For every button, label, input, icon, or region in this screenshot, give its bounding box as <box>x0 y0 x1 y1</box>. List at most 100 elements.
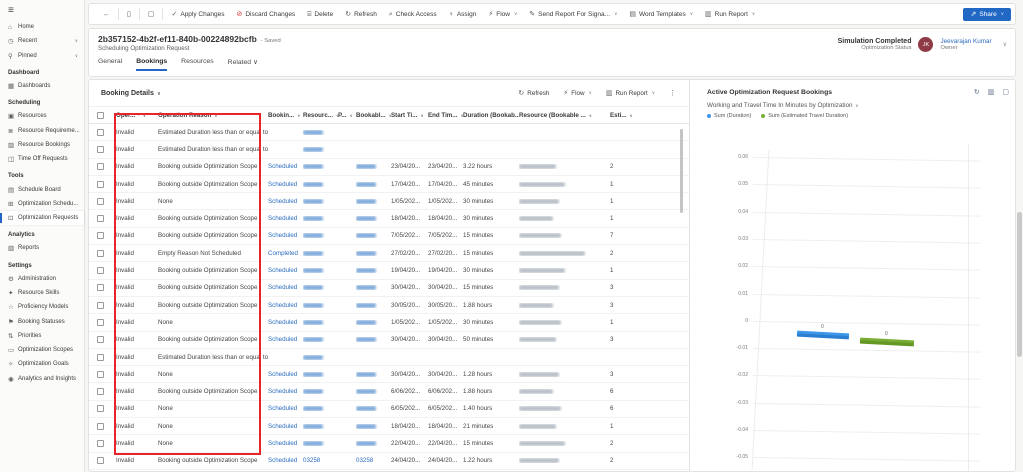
sidebar-item-optimization-schedu[interactable]: ⊞ Optimization Schedu... <box>0 197 84 211</box>
table-scrollbar[interactable] <box>680 129 683 213</box>
column-header-esti[interactable]: Esti... ∨ <box>610 112 689 119</box>
chart-view-selector[interactable]: Working and Travel Time In Minutes by Op… <box>690 96 1015 109</box>
refresh-button[interactable]: ↻ Refresh <box>511 90 556 97</box>
sidebar-item-proficiency-models[interactable]: ☆ Proficiency Models <box>0 300 84 314</box>
select-all-checkbox[interactable] <box>89 111 116 119</box>
delete-button[interactable]: ⌸ Delete <box>301 11 339 18</box>
row-checkbox[interactable] <box>89 145 116 153</box>
column-header-oper[interactable]: Oper... ↑ ∨ <box>116 112 158 119</box>
booking-status-cell[interactable]: Completed <box>268 250 303 257</box>
bar-series-1[interactable] <box>796 330 850 340</box>
send-report-for-signa-button[interactable]: ✎ Send Report For Signa... ∨ <box>523 11 623 18</box>
resource-link-cell[interactable]: 03258 <box>303 457 338 464</box>
run-report-button[interactable]: ▥ Run Report ∨ <box>699 11 761 18</box>
sidebar-item-resources[interactable]: ▣ Resources <box>0 109 84 123</box>
column-header-bookin[interactable]: Bookin... ∨ <box>268 112 303 119</box>
row-checkbox[interactable] <box>89 180 116 188</box>
table-row[interactable]: Invalid None Scheduled 22/04/20... 22/04/20.… <box>89 435 689 453</box>
refresh-icon[interactable]: ↻ <box>974 88 980 96</box>
bookable-link-cell[interactable]: 03258 <box>356 457 391 464</box>
booking-status-cell[interactable]: Scheduled <box>268 457 303 464</box>
row-checkbox[interactable] <box>89 215 116 223</box>
table-row[interactable]: Invalid Booking outside Optimization Scop… <box>89 228 689 246</box>
row-checkbox[interactable] <box>89 284 116 292</box>
back-button[interactable]: ← <box>97 11 116 18</box>
row-checkbox[interactable] <box>89 197 116 205</box>
chevron-down-icon[interactable]: ∨ <box>1003 41 1007 48</box>
table-row[interactable]: Invalid Booking outside Optimization Scop… <box>89 453 689 470</box>
booking-status-cell[interactable]: Scheduled <box>268 232 303 239</box>
column-header-operation-reason[interactable]: Operation Reason ∨ <box>158 112 268 119</box>
booking-status-cell[interactable]: Scheduled <box>268 267 303 274</box>
owner-name-link[interactable]: Jeevarajan Kumar <box>940 38 991 45</box>
tab-resources[interactable]: Resources <box>181 58 214 71</box>
row-checkbox[interactable] <box>89 388 116 396</box>
sidebar-item-administration[interactable]: ⚙ Administration <box>0 272 84 286</box>
row-checkbox[interactable] <box>89 439 116 447</box>
more-button[interactable]: ⋮ <box>662 90 683 97</box>
table-row[interactable]: Invalid Booking outside Optimization Scop… <box>89 176 689 194</box>
column-header-resourc[interactable]: Resourc...∨ <box>303 112 338 119</box>
sidebar-item-booking-statuses[interactable]: ⚑ Booking Statuses <box>0 314 84 328</box>
table-row[interactable]: Invalid Booking outside Optimization Scop… <box>89 332 689 349</box>
booking-status-cell[interactable]: Scheduled <box>268 440 303 447</box>
table-row[interactable]: Invalid None Scheduled 1/05/202... 1/05/202.… <box>89 314 689 332</box>
sidebar-item-resource-requireme[interactable]: ≣ Resource Requireme... <box>0 123 84 137</box>
popout-button[interactable]: ▢ <box>142 11 161 18</box>
table-row[interactable]: Invalid Empty Reason Not Scheduled Complet… <box>89 245 689 263</box>
sidebar-item-recent[interactable]: ◷ Recent ∨ <box>0 34 84 48</box>
sidebar-item-home[interactable]: ⌂ Home <box>0 20 84 34</box>
page-scrollbar[interactable] <box>1017 212 1022 357</box>
flow-button[interactable]: ⚡ Flow ∨ <box>556 90 599 97</box>
booking-status-cell[interactable]: Scheduled <box>268 198 303 205</box>
assign-button[interactable]: ♀ Assign <box>443 11 483 18</box>
table-row[interactable]: Invalid None Scheduled 30/04/20... 30/04/20.… <box>89 366 689 384</box>
tab-bookings[interactable]: Bookings <box>136 58 168 71</box>
table-row[interactable]: Invalid Booking outside Optimization Scop… <box>89 280 689 297</box>
row-checkbox[interactable] <box>89 336 116 344</box>
sidebar-item-time-off-requests[interactable]: ◫ Time Off Requests <box>0 152 84 166</box>
table-row[interactable]: Invalid Booking outside Optimization Scop… <box>89 297 689 315</box>
avatar[interactable]: JK <box>918 37 934 52</box>
row-checkbox[interactable] <box>89 353 116 361</box>
sidebar-item-pinned[interactable]: ⚲ Pinned ∨ <box>0 49 84 63</box>
word-templates-button[interactable]: ▤ Word Templates ∨ <box>623 11 699 18</box>
row-checkbox[interactable] <box>89 232 116 240</box>
sidebar-item-analytics-and-insights[interactable]: ◉ Analytics and Insights <box>0 372 84 386</box>
table-row[interactable]: Invalid Booking outside Optimization Scop… <box>89 262 689 280</box>
table-row[interactable]: Invalid None Scheduled 18/04/20... 18/04/20.… <box>89 418 689 436</box>
row-checkbox[interactable] <box>89 267 116 275</box>
column-header-bookabl[interactable]: Bookabl...∨ <box>356 112 391 119</box>
column-header-end-tim[interactable]: End Tim...∨ <box>428 112 463 119</box>
sidebar-item-priorities[interactable]: ⇅ Priorities <box>0 329 84 343</box>
sidebar-item-optimization-requests[interactable]: ⊡ Optimization Requests <box>0 210 84 226</box>
refresh-button[interactable]: ↻ Refresh <box>339 11 383 18</box>
sidebar-item-reports[interactable]: ▧ Reports <box>0 241 84 255</box>
row-checkbox[interactable] <box>89 163 116 171</box>
booking-status-cell[interactable]: Scheduled <box>268 163 303 170</box>
check-access-button[interactable]: ⌕ Check Access <box>383 11 443 18</box>
row-checkbox[interactable] <box>89 249 116 257</box>
booking-status-cell[interactable]: Scheduled <box>268 371 303 378</box>
table-row[interactable]: Invalid Booking outside Optimization Scop… <box>89 383 689 401</box>
table-row[interactable]: Invalid None Scheduled 1/05/202... 1/05/202.… <box>89 193 689 211</box>
column-header-p[interactable]: P... ∨ <box>338 112 356 119</box>
row-checkbox[interactable] <box>89 128 116 136</box>
focused-view-button[interactable]: ▯ <box>121 11 137 18</box>
bar-series-2[interactable] <box>859 337 915 347</box>
table-row[interactable]: Invalid Booking outside Optimization Scop… <box>89 210 689 228</box>
row-checkbox[interactable] <box>89 370 116 378</box>
sidebar-item-resource-bookings[interactable]: ▨ Resource Bookings <box>0 138 84 152</box>
row-checkbox[interactable] <box>89 405 116 413</box>
share-button[interactable]: ⇗ Share ∨ <box>963 7 1011 21</box>
booking-status-cell[interactable]: Scheduled <box>268 336 303 343</box>
table-row[interactable]: Invalid Booking outside Optimization Scop… <box>89 159 689 176</box>
chart-type-icon[interactable]: ▥ <box>988 88 995 96</box>
hamburger-menu-icon[interactable]: ≡ <box>0 3 84 20</box>
table-title[interactable]: Booking Details ∨ <box>101 90 161 97</box>
table-row[interactable]: Invalid None Scheduled 6/05/202... 6/05/202.… <box>89 401 689 419</box>
column-header-resource-bookable[interactable]: Resource (Bookable ... ∨ <box>519 112 610 119</box>
row-checkbox[interactable] <box>89 422 116 430</box>
booking-status-cell[interactable]: Scheduled <box>268 319 303 326</box>
tab-general[interactable]: General <box>98 58 122 71</box>
